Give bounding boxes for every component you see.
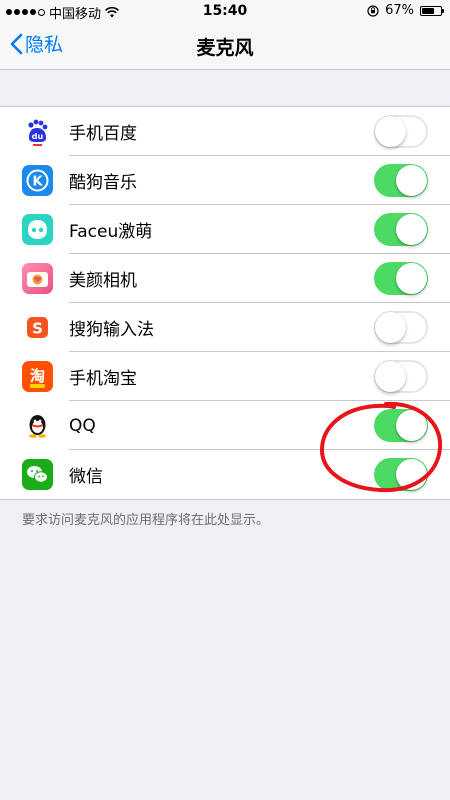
toggle-knob (375, 116, 406, 147)
wechat-icon (22, 459, 53, 490)
app-row: 微信 (0, 450, 450, 499)
qq-icon (22, 410, 53, 441)
sogou-icon: S (22, 312, 53, 343)
svg-text:淘: 淘 (29, 367, 45, 385)
toggle-knob (396, 263, 427, 294)
app-row: du 手机百度 (0, 107, 450, 156)
kugou-icon: K (22, 165, 53, 196)
battery-level-fill (422, 7, 434, 14)
app-name-label: 酷狗音乐 (69, 173, 137, 193)
svg-text:S: S (32, 320, 43, 338)
app-row: S 搜狗输入法 (0, 303, 450, 352)
toggle-knob (396, 410, 427, 441)
app-row: 淘 手机淘宝 (0, 352, 450, 401)
svg-text:K: K (32, 175, 43, 190)
app-name-label: 搜狗输入法 (69, 320, 154, 340)
microphone-permission-toggle[interactable] (374, 409, 428, 442)
microphone-permission-toggle[interactable] (374, 213, 428, 246)
toggle-knob (375, 312, 406, 343)
app-name-label: 微信 (69, 467, 103, 487)
app-name-label: 手机淘宝 (69, 369, 137, 389)
battery-icon (420, 5, 444, 16)
app-row: Faceu激萌 (0, 205, 450, 254)
battery-percent: 67% (385, 3, 414, 18)
microphone-permission-toggle[interactable] (374, 115, 428, 148)
toggle-knob (396, 165, 427, 196)
status-bar: 中国移动 15:40 67% (0, 0, 450, 22)
toggle-knob (396, 214, 427, 245)
toggle-knob (375, 361, 406, 392)
microphone-permission-toggle[interactable] (374, 360, 428, 393)
rotation-lock-icon (367, 4, 379, 17)
microphone-permission-toggle[interactable] (374, 262, 428, 295)
app-row: 美颜相机 (0, 254, 450, 303)
svg-text:du: du (32, 132, 44, 141)
microphone-permission-toggle[interactable] (374, 311, 428, 344)
taobao-icon: 淘 (22, 361, 53, 392)
app-name-label: Faceu激萌 (69, 222, 153, 242)
toggle-knob (396, 459, 427, 490)
app-row: QQ (0, 401, 450, 450)
app-name-label: 手机百度 (69, 124, 137, 144)
microphone-permission-toggle[interactable] (374, 458, 428, 491)
app-name-label: QQ (69, 415, 96, 436)
app-name-label: 美颜相机 (69, 271, 137, 291)
navigation-bar: 隐私 麦克风 (0, 22, 450, 70)
status-right: 67% (367, 3, 444, 18)
page-title: 麦克风 (196, 37, 254, 59)
app-permission-list: du 手机百度 K 酷狗音乐 Faceu激萌 美颜相机 S 搜狗输入法淘 手机淘宝 QQ 微信 (0, 106, 450, 500)
baidu-icon: du (22, 116, 53, 147)
meiyan-camera-icon (22, 263, 53, 294)
faceu-icon (22, 214, 53, 245)
microphone-permission-toggle[interactable] (374, 164, 428, 197)
app-row: K 酷狗音乐 (0, 156, 450, 205)
footer-note: 要求访问麦克风的应用程序将在此处显示。 (22, 513, 270, 528)
